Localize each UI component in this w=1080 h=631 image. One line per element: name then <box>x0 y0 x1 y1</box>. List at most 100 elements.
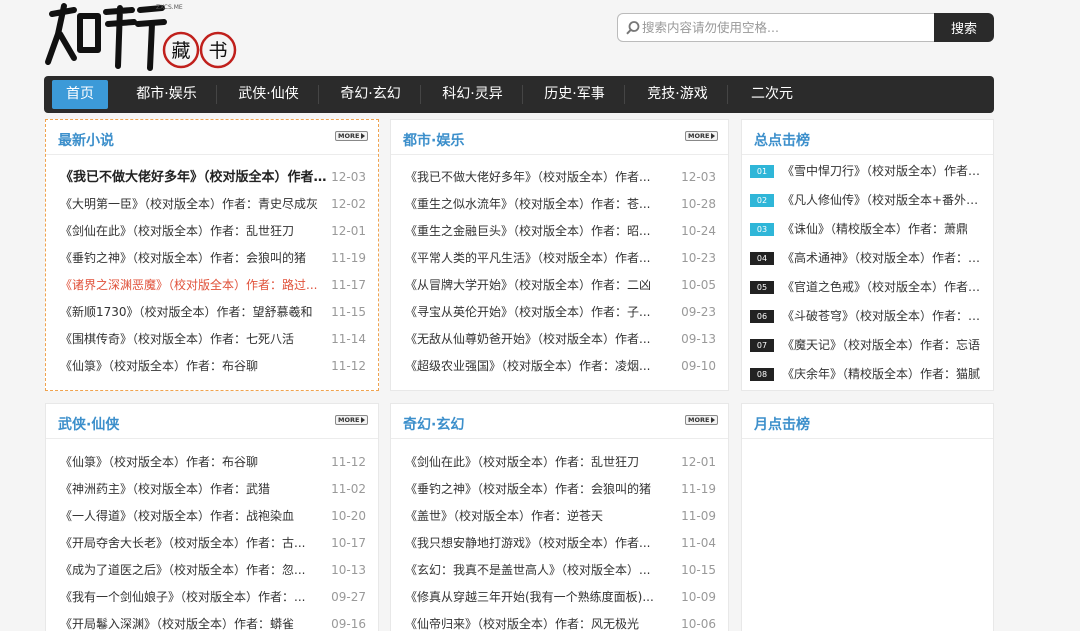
panel-latest: 最新小说 MORE 《我已不做大佬好多年》（校对版全本）作者：... 12-03 … <box>45 119 379 391</box>
search-bar: 搜索 <box>617 13 994 42</box>
search-input[interactable] <box>642 16 930 39</box>
item-date: 11-02 <box>331 482 366 496</box>
item-date: 10-20 <box>331 509 366 523</box>
panel-fantasy: 奇幻·玄幻 MORE 《剑仙在此》（校对版全本）作者：乱世狂刀 12-01 《垂钓… <box>390 403 729 631</box>
rank-number: 08 <box>750 368 774 381</box>
nav-urban[interactable]: 都市·娱乐 <box>124 80 209 109</box>
book-link[interactable]: 《平常人类的平凡生活》（校对版全本）作者... <box>405 245 667 272</box>
book-link[interactable]: 《重生之金融巨头》（校对版全本）作者：昭... <box>405 218 667 245</box>
book-link[interactable]: 《超级农业强国》（校对版全本）作者：凌烟... <box>405 353 667 380</box>
book-link[interactable]: 《从冒牌大学开始》（校对版全本）作者：二凶 <box>405 272 667 299</box>
item-date: 11-04 <box>681 536 716 550</box>
book-link[interactable]: 《我已不做大佬好多年》（校对版全本）作者：... <box>60 164 332 191</box>
panel-header: 最新小说 MORE <box>46 120 378 155</box>
nav-games[interactable]: 竞技·游戏 <box>635 80 720 109</box>
item-date: 10-15 <box>681 563 716 577</box>
list-item: 《平常人类的平凡生活》（校对版全本）作者... 10-23 <box>405 245 716 272</box>
book-link[interactable]: 《我只想安静地打游戏》（校对版全本）作者... <box>405 530 667 557</box>
book-link[interactable]: 《我已不做大佬好多年》（校对版全本）作者... <box>405 164 667 191</box>
list-item: 《成为了道医之后》（校对版全本）作者：忽... 10-13 <box>60 557 366 584</box>
list-item: 《盖世》（校对版全本）作者：逆苍天 11-09 <box>405 503 716 530</box>
list-item: 《我已不做大佬好多年》（校对版全本）作者：... 12-03 <box>60 164 366 191</box>
book-link[interactable]: 《我有一个剑仙娘子》（校对版全本）作者：... <box>60 584 322 611</box>
item-date: 10-05 <box>681 278 716 292</box>
nav-fantasy[interactable]: 奇幻·玄幻 <box>328 80 413 109</box>
rank-number: 02 <box>750 194 774 207</box>
more-button[interactable]: MORE <box>685 415 718 425</box>
book-list: 《我已不做大佬好多年》（校对版全本）作者：... 12-03 《大明第一臣》（校对… <box>60 164 366 380</box>
ranking-item: 07 《魔天记》（校对版全本）作者：忘语 <box>750 331 983 360</box>
book-link[interactable]: 《诸界之深渊恶魔》（校对版全本）作者：路过... <box>60 272 322 299</box>
panel-total-ranking: 总点击榜 01 《雪中悍刀行》（校对版全本）作者：烽火... 02 《凡人修仙传》（… <box>741 119 994 391</box>
book-link[interactable]: 《魔天记》（校对版全本）作者：忘语 <box>782 331 985 360</box>
site-logo[interactable]: 藏 书 ZXCS.ME <box>44 0 239 72</box>
book-link[interactable]: 《剑仙在此》（校对版全本）作者：乱世狂刀 <box>405 449 667 476</box>
book-link[interactable]: 《大明第一臣》（校对版全本）作者：青史尽成灰 <box>60 191 322 218</box>
book-link[interactable]: 《重生之似水流年》（校对版全本）作者：苍... <box>405 191 667 218</box>
nav-divider <box>727 85 728 104</box>
book-link[interactable]: 《剑仙在此》（校对版全本）作者：乱世狂刀 <box>60 218 322 245</box>
book-link[interactable]: 《盖世》（校对版全本）作者：逆苍天 <box>405 503 667 530</box>
ranking-item: 08 《庆余年》（精校版全本）作者：猫腻 <box>750 360 983 389</box>
rank-number: 01 <box>750 165 774 178</box>
book-link[interactable]: 《垂钓之神》（校对版全本）作者：会狼叫的猪 <box>60 245 322 272</box>
panel-header: 总点击榜 <box>742 120 993 155</box>
book-link[interactable]: 《官道之色戒》（校对版全本）作者：... <box>782 273 985 302</box>
list-item: 《开局夺舍大长老》（校对版全本）作者：古... 10-17 <box>60 530 366 557</box>
panel-title: 月点击榜 <box>754 417 810 433</box>
nav-history[interactable]: 历史·军事 <box>532 80 617 109</box>
book-link[interactable]: 《玄幻：我真不是盖世高人》（校对版全本）... <box>405 557 667 584</box>
book-link[interactable]: 《仙帝归来》（校对版全本）作者：风无极光 <box>405 611 667 631</box>
book-link[interactable]: 《垂钓之神》（校对版全本）作者：会狼叫的猪 <box>405 476 667 503</box>
book-link[interactable]: 《斗破苍穹》（校对版全本）作者：天... <box>782 302 985 331</box>
item-date: 11-09 <box>681 509 716 523</box>
book-link[interactable]: 《仙箓》（校对版全本）作者：布谷聊 <box>60 353 322 380</box>
list-item: 《寻宝从英伦开始》（校对版全本）作者：子... 09-23 <box>405 299 716 326</box>
nav-divider <box>624 85 625 104</box>
item-date: 12-03 <box>681 170 716 184</box>
logo-small-text: ZXCS.ME <box>156 4 183 11</box>
nav-wuxia[interactable]: 武侠·仙侠 <box>226 80 311 109</box>
more-button[interactable]: MORE <box>685 131 718 141</box>
book-link[interactable]: 《无敌从仙尊奶爸开始》（校对版全本）作者... <box>405 326 667 353</box>
book-link[interactable]: 《一人得道》（校对版全本）作者：战袍染血 <box>60 503 322 530</box>
list-item: 《修真从穿越三年开始(我有一个熟练度面板)... 10-09 <box>405 584 716 611</box>
book-link[interactable]: 《开局鬈入深渊》（校对版全本）作者：蟒雀 <box>60 611 322 631</box>
list-item: 《垂钓之神》（校对版全本）作者：会狼叫的猪 11-19 <box>405 476 716 503</box>
book-link[interactable]: 《成为了道医之后》（校对版全本）作者：忽... <box>60 557 322 584</box>
book-link[interactable]: 《开局夺舍大长老》（校对版全本）作者：古... <box>60 530 322 557</box>
item-date: 10-23 <box>681 251 716 265</box>
item-date: 11-12 <box>331 455 366 469</box>
book-list: 《我已不做大佬好多年》（校对版全本）作者... 12-03 《重生之似水流年》（校… <box>405 164 716 380</box>
search-box[interactable] <box>617 13 935 42</box>
item-date: 11-15 <box>331 305 366 319</box>
item-date: 11-19 <box>331 251 366 265</box>
book-link[interactable]: 《凡人修仙传》（校对版全本+番外）作... <box>782 186 985 215</box>
more-button[interactable]: MORE <box>335 415 368 425</box>
nav-scifi[interactable]: 科幻·灵异 <box>430 80 515 109</box>
nav-divider <box>420 85 421 104</box>
list-item: 《一人得道》（校对版全本）作者：战袍染血 10-20 <box>60 503 366 530</box>
book-link[interactable]: 《神洲药主》（校对版全本）作者：武猎 <box>60 476 322 503</box>
item-date: 11-12 <box>331 359 366 373</box>
list-item: 《玄幻：我真不是盖世高人》（校对版全本）... 10-15 <box>405 557 716 584</box>
item-date: 10-24 <box>681 224 716 238</box>
more-button[interactable]: MORE <box>335 131 368 141</box>
ranking-item: 06 《斗破苍穹》（校对版全本）作者：天... <box>750 302 985 331</box>
book-link[interactable]: 《仙箓》（校对版全本）作者：布谷聊 <box>60 449 322 476</box>
book-link[interactable]: 《雪中悍刀行》（校对版全本）作者：烽火... <box>782 157 985 186</box>
book-link[interactable]: 《新顺1730》（校对版全本）作者：望舒慕羲和 <box>60 299 322 326</box>
search-button[interactable]: 搜索 <box>934 13 994 42</box>
book-link[interactable]: 《诛仙》（精校版全本）作者：萧鼎 <box>782 215 985 244</box>
book-link[interactable]: 《高术通神》（校对版全本）作者：手... <box>782 244 985 273</box>
item-date: 11-14 <box>331 332 366 346</box>
book-link[interactable]: 《寻宝从英伦开始》（校对版全本）作者：子... <box>405 299 667 326</box>
panel-title: 奇幻·玄幻 <box>403 417 465 433</box>
logo-graphic: 藏 书 ZXCS.ME <box>45 3 237 71</box>
book-link[interactable]: 《修真从穿越三年开始(我有一个熟练度面板)... <box>405 584 667 611</box>
book-link[interactable]: 《庆余年》（精校版全本）作者：猫腻 <box>782 360 985 389</box>
item-date: 12-03 <box>331 170 366 184</box>
nav-acg[interactable]: 二次元 <box>737 80 807 109</box>
book-link[interactable]: 《围棋传奇》（校对版全本）作者：七死八活 <box>60 326 322 353</box>
nav-home[interactable]: 首页 <box>52 80 108 109</box>
